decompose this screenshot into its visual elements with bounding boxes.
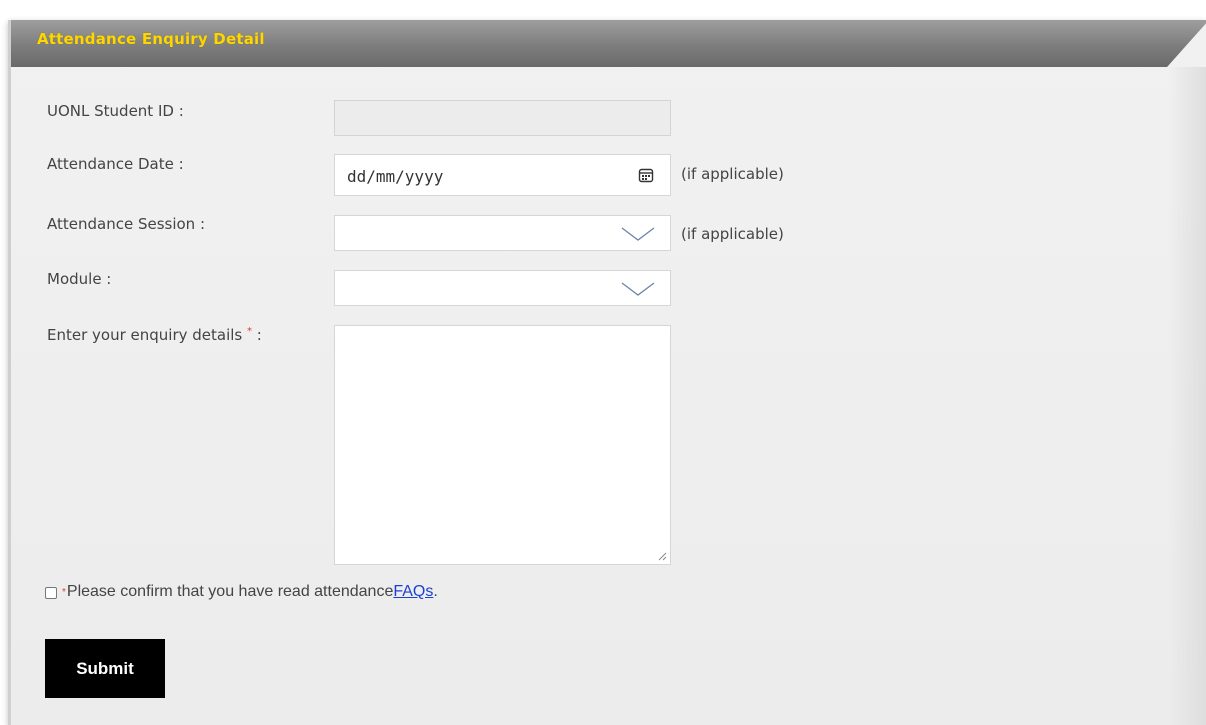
- module-select[interactable]: [334, 270, 671, 306]
- submit-button[interactable]: Submit: [45, 639, 165, 698]
- confirm-row: * Please confirm that you have read atte…: [45, 583, 438, 601]
- module-label: Module :: [47, 270, 112, 288]
- enquiry-textarea[interactable]: [334, 325, 671, 565]
- confirm-required-mark: *: [62, 586, 66, 598]
- attendance-session-hint: (if applicable): [681, 225, 784, 243]
- confirm-text: Please confirm that you have read attend…: [66, 583, 394, 600]
- enquiry-label: Enter your enquiry details * :: [47, 326, 262, 344]
- chevron-down-icon: [621, 227, 655, 241]
- attendance-session-label: Attendance Session :: [47, 215, 206, 233]
- attendance-date-placeholder: dd/mm/yyyy: [347, 167, 444, 186]
- enquiry-label-suffix: :: [252, 326, 262, 344]
- chevron-down-icon: [621, 282, 655, 296]
- panel-shadow: [1168, 67, 1206, 725]
- student-id-field[interactable]: [334, 100, 671, 136]
- confirm-after: .: [433, 583, 438, 600]
- attendance-date-hint: (if applicable): [681, 165, 784, 183]
- panel-header: Attendance Enquiry Detail: [11, 20, 1206, 67]
- attendance-date-label: Attendance Date :: [47, 155, 184, 173]
- enquiry-panel: Attendance Enquiry Detail UONL Student I…: [8, 20, 1206, 725]
- student-id-label: UONL Student ID :: [47, 102, 184, 120]
- calendar-icon[interactable]: [638, 167, 654, 183]
- enquiry-label-text: Enter your enquiry details: [47, 326, 243, 344]
- confirm-checkbox[interactable]: [45, 587, 57, 599]
- attendance-date-input[interactable]: dd/mm/yyyy: [334, 154, 671, 196]
- faqs-link[interactable]: FAQs: [393, 583, 433, 601]
- attendance-session-select[interactable]: [334, 215, 671, 251]
- resize-handle-icon[interactable]: [657, 551, 667, 561]
- panel-title: Attendance Enquiry Detail: [37, 30, 265, 48]
